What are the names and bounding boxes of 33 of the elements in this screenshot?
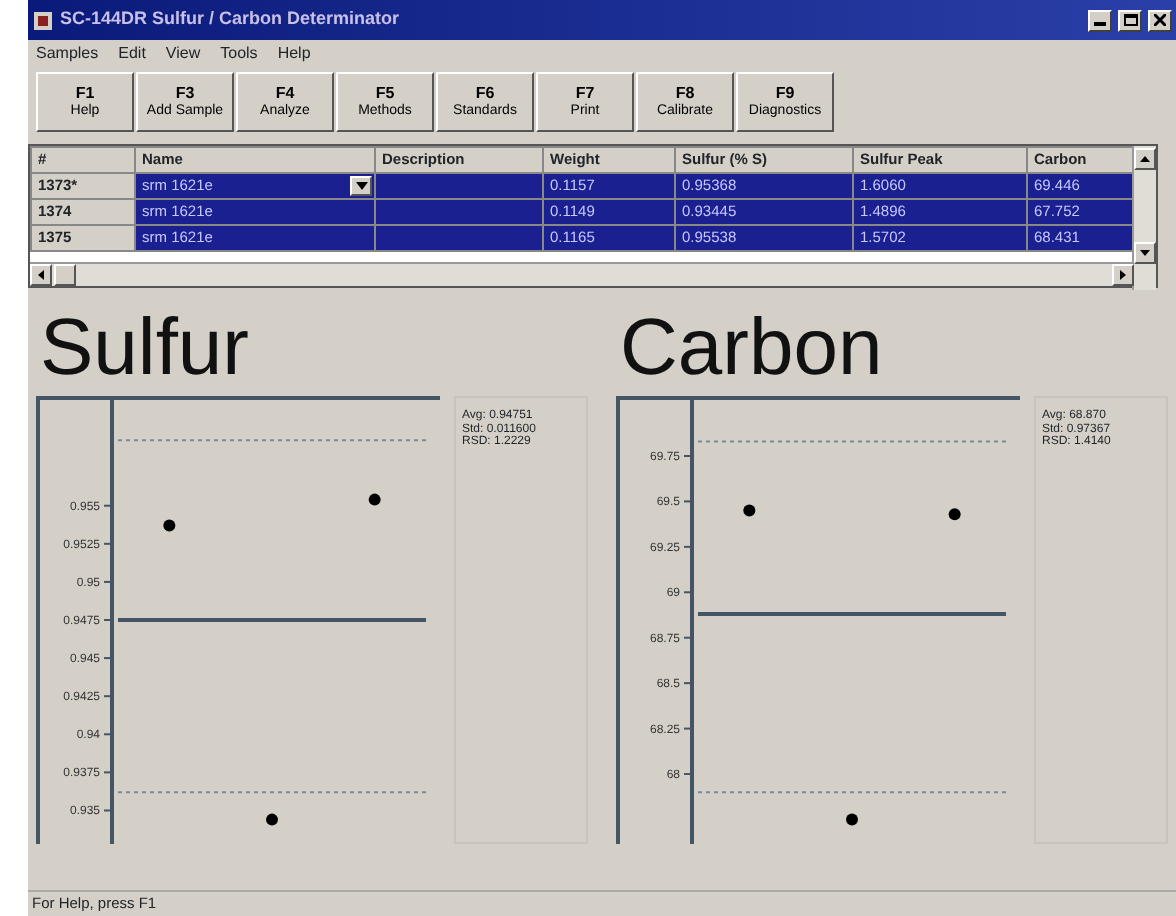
- data-point: [846, 813, 858, 826]
- close-icon: [1154, 14, 1166, 26]
- menu-item[interactable]: Help: [277, 42, 311, 66]
- window-title: SC-144DR Sulfur / Carbon Determinator: [60, 6, 400, 33]
- up-arrow-icon: [1140, 156, 1150, 162]
- close-button[interactable]: [1148, 9, 1172, 31]
- menu-item[interactable]: Tools: [220, 42, 258, 66]
- scroll-up-button[interactable]: [1134, 148, 1156, 170]
- maximize-icon: [1123, 14, 1137, 26]
- down-arrow-icon: [1140, 250, 1150, 256]
- menu-item[interactable]: View: [165, 42, 201, 66]
- panel-title: Carbon: [618, 302, 885, 396]
- data-point: [368, 493, 381, 506]
- scroll-left-button[interactable]: [30, 264, 52, 286]
- vertical-scrollbar[interactable]: [1132, 146, 1156, 290]
- data-point: [743, 504, 756, 517]
- horizontal-scrollbar[interactable]: [30, 262, 1134, 286]
- scroll-down-button[interactable]: [1134, 242, 1156, 264]
- panel-title: Sulfur: [38, 302, 251, 396]
- data-point: [948, 508, 961, 521]
- minimize-button[interactable]: [1088, 9, 1112, 31]
- dropdown-button[interactable]: [350, 176, 372, 196]
- data-point: [163, 519, 176, 532]
- maximize-button[interactable]: [1118, 9, 1142, 31]
- data-point: [266, 813, 278, 826]
- app-icon: [32, 9, 54, 31]
- menu-item[interactable]: Samples: [36, 42, 99, 66]
- right-arrow-icon: [1120, 270, 1126, 280]
- menu-item[interactable]: Edit: [118, 42, 146, 66]
- left-arrow-icon: [38, 270, 44, 280]
- caret-icon: [355, 182, 367, 190]
- scroll-right-button[interactable]: [1112, 264, 1134, 286]
- scroll-thumb[interactable]: [54, 264, 76, 286]
